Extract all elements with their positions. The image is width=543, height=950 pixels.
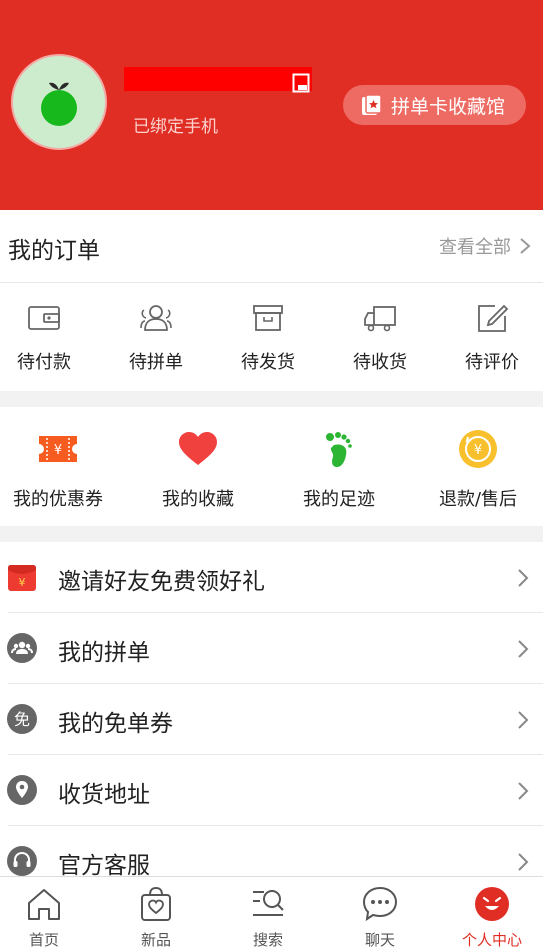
view-all-orders-link[interactable]: 查看全部 [439,233,531,259]
view-all-label: 查看全部 [439,237,511,258]
profile-header: 1 已绑定手机 拼单卡收藏馆 [0,0,543,210]
collection-hall-label: 拼单卡收藏馆 [391,95,506,118]
menu-item-address[interactable]: 收货地址 [0,755,543,826]
copy-icon[interactable] [292,73,312,95]
edit-icon [478,304,509,332]
menu-item-my-groups[interactable]: 我的拼单 [0,613,543,684]
tab-label: 新品 [140,931,171,949]
menu-item-label: 邀请好友免费领好礼 [58,569,265,595]
menu-item-label: 我的免单券 [58,711,173,737]
collection-hall-button[interactable]: 拼单卡收藏馆 [343,85,526,125]
wallet-icon [28,306,60,330]
order-status-pending-shipment[interactable]: 待发货 [228,302,308,374]
tab-label: 搜索 [252,931,283,949]
shortcut-label: 我的足迹 [303,489,375,510]
orders-header: 我的订单 查看全部 [0,210,543,283]
chevron-right-icon [518,640,529,658]
package-icon [253,305,283,331]
orders-section: 我的订单 查看全部 待付款 待拼单 待发货 待收货 待评价 [0,210,543,391]
coupon-icon: ¥ [39,436,77,462]
shortcut-label: 退款/售后 [438,489,518,510]
tab-label: 首页 [28,931,59,949]
profile-face-icon [475,887,509,921]
order-status-label: 待付款 [17,352,71,373]
location-icon [7,775,37,805]
shortcut-favorites[interactable]: 我的收藏 [138,429,258,511]
tab-home[interactable]: 首页 [0,885,89,950]
bottom-tab-bar: 首页 新品 搜索 聊天 个人中心 [0,876,543,950]
home-icon [28,889,60,920]
group-icon [7,633,37,663]
truck-icon [364,306,396,332]
order-status-label: 待发货 [241,352,295,373]
menu-item-label: 收货地址 [58,782,150,808]
heart-icon [179,432,217,465]
card-collection-icon [362,94,382,115]
tab-chat[interactable]: 聊天 [335,885,425,950]
group-icon [140,305,172,331]
chevron-right-icon [518,711,529,729]
shopping-bag-icon [141,886,171,921]
shortcut-footprints[interactable]: 我的足迹 [279,429,399,511]
svg-text:免: 免 [14,710,30,729]
tab-new-arrivals[interactable]: 新品 [111,885,201,950]
orders-title: 我的订单 [8,238,100,264]
tab-label: 个人中心 [461,931,522,949]
order-status-label: 待评价 [465,352,519,373]
chat-icon [362,886,398,922]
apple-avatar-icon [41,82,77,126]
order-status-pending-review[interactable]: 待评价 [452,302,532,374]
redaction-mask [124,67,312,91]
svg-text:¥: ¥ [474,443,482,458]
avatar[interactable] [11,54,107,150]
refund-icon: ¥ [459,430,497,468]
chevron-right-icon [518,782,529,800]
chevron-right-icon [520,238,531,254]
footprint-icon [326,432,352,467]
menu-item-free-coupons[interactable]: 免 我的免单券 [0,684,543,755]
headset-icon [7,846,37,876]
tab-profile[interactable]: 个人中心 [447,885,537,950]
order-status-row: 待付款 待拼单 待发货 待收货 待评价 [0,302,543,374]
tab-label: 聊天 [364,931,395,949]
bind-status: 已绑定手机 [133,117,218,137]
tab-search[interactable]: 搜索 [223,885,313,950]
svg-text:¥: ¥ [54,443,62,458]
shortcut-refunds[interactable]: ¥ 退款/售后 [418,429,538,511]
red-envelope-icon: ¥ [8,565,36,591]
chevron-right-icon [518,853,529,871]
search-icon [253,890,284,916]
shortcuts-section: ¥ 我的优惠券 我的收藏 我的足迹 ¥ 退款/售后 [0,407,543,526]
order-status-pending-receipt[interactable]: 待收货 [340,302,420,374]
phone-number: 1 [124,65,312,93]
menu-item-label: 我的拼单 [58,640,150,666]
free-coupon-icon: 免 [7,704,37,734]
order-status-pending-payment[interactable]: 待付款 [4,302,84,374]
order-status-label: 待收货 [353,352,407,373]
menu-list: ¥ 邀请好友免费领好礼 我的拼单 免 我的免单券 收货地址 官方客服 [0,542,543,879]
menu-item-invite-friends[interactable]: ¥ 邀请好友免费领好礼 [0,542,543,613]
order-status-label: 待拼单 [129,352,183,373]
chevron-right-icon [518,569,529,587]
shortcut-label: 我的收藏 [162,489,234,510]
shortcut-coupons[interactable]: ¥ 我的优惠券 [0,429,118,511]
order-status-pending-group[interactable]: 待拼单 [116,302,196,374]
menu-item-label: 官方客服 [58,853,150,879]
shortcut-label: 我的优惠券 [13,489,103,510]
svg-text:¥: ¥ [19,576,26,589]
